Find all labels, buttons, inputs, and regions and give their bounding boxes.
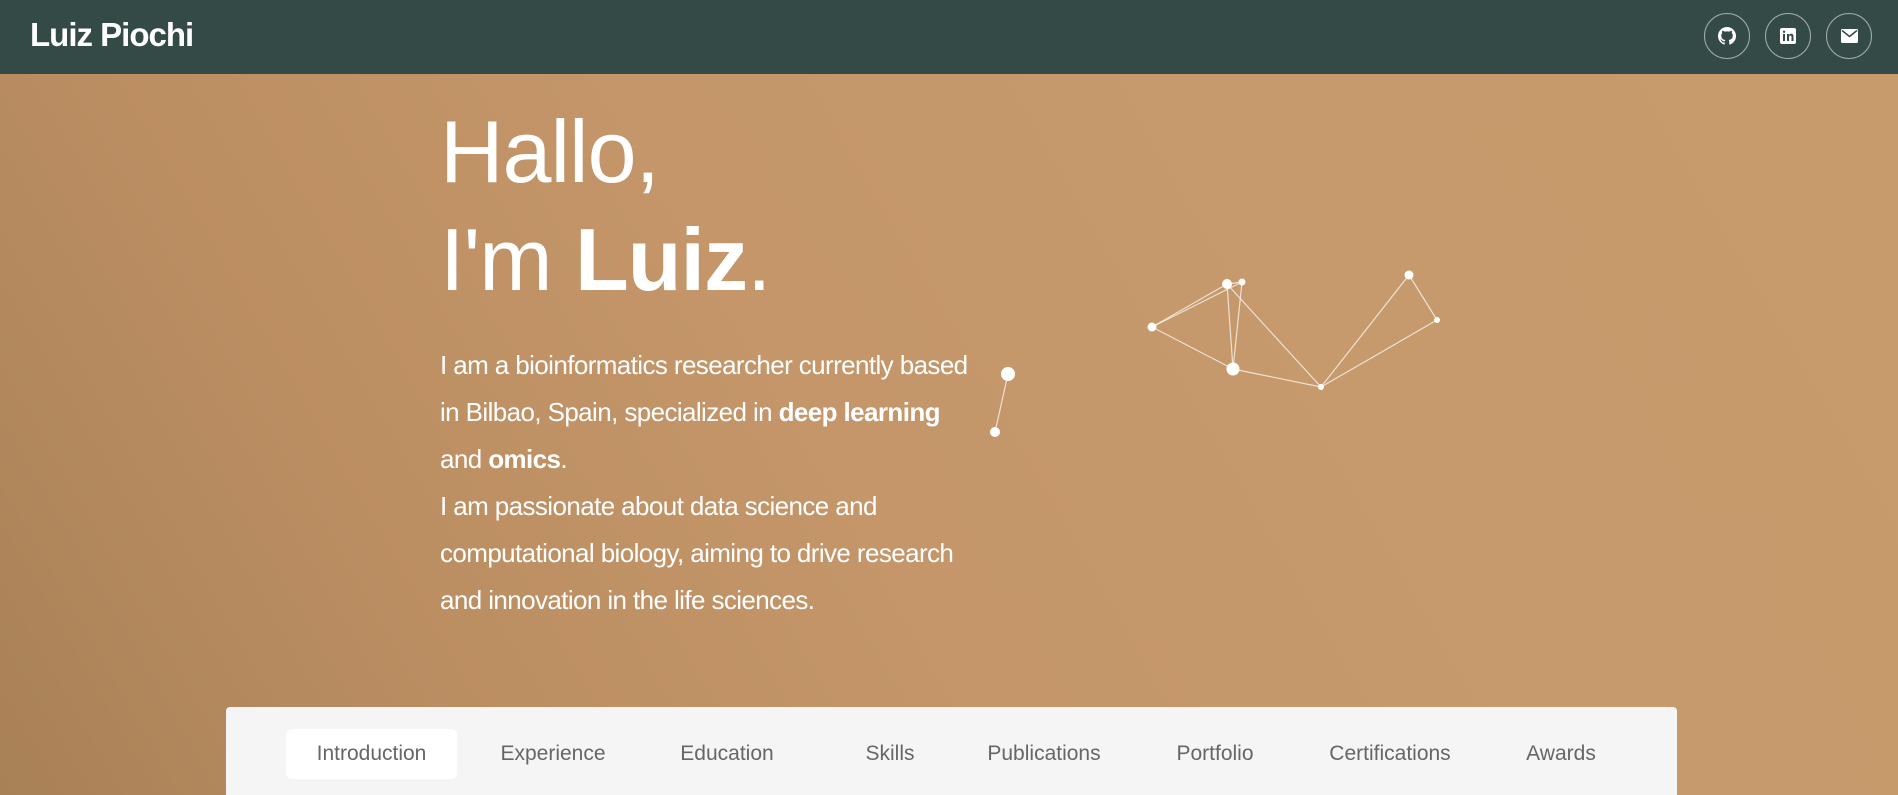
bio-paragraph-1: I am a bioinformatics researcher current… xyxy=(440,342,980,483)
tab-introduction[interactable]: Introduction xyxy=(286,729,457,779)
bio-text: . xyxy=(560,444,567,474)
greeting-suffix: . xyxy=(746,210,771,309)
network-link xyxy=(1151,283,1228,328)
greeting-line-hello: Hallo, xyxy=(440,102,660,201)
navbar: Luiz Piochi xyxy=(0,0,1898,74)
tab-awards[interactable]: Awards xyxy=(1506,729,1616,779)
greeting-prefix: I'm xyxy=(440,210,576,309)
network-link xyxy=(1226,283,1322,388)
network-link xyxy=(1408,274,1438,321)
network-link xyxy=(1226,283,1234,370)
greeting-name: Luiz xyxy=(575,210,748,309)
greeting-line-name: I'm Luiz. xyxy=(440,206,771,314)
bio-text: and xyxy=(440,444,489,474)
tab-portfolio[interactable]: Portfolio xyxy=(1158,729,1272,779)
section-tabs: Introduction Experience Education Skills… xyxy=(226,707,1677,795)
linkedin-button[interactable] xyxy=(1765,13,1811,59)
network-node xyxy=(1434,317,1440,323)
network-link xyxy=(994,373,1009,433)
tab-certifications[interactable]: Certifications xyxy=(1310,729,1470,779)
site-brand[interactable]: Luiz Piochi xyxy=(30,16,194,54)
tab-experience[interactable]: Experience xyxy=(488,729,618,779)
network-node xyxy=(1404,270,1414,280)
network-link xyxy=(1320,274,1410,388)
email-button[interactable] xyxy=(1826,13,1872,59)
network-node xyxy=(990,427,1000,437)
network-node xyxy=(1226,362,1240,376)
tab-education[interactable]: Education xyxy=(662,729,792,779)
bio-paragraph-2: I am passionate about data science and c… xyxy=(440,491,954,615)
network-node xyxy=(1147,322,1157,332)
github-icon xyxy=(1718,27,1736,45)
bio-highlight-omics: omics xyxy=(488,444,561,474)
network-link xyxy=(1320,319,1438,388)
linkedin-icon xyxy=(1780,28,1796,44)
network-node xyxy=(1001,367,1015,381)
network-node xyxy=(1222,279,1232,289)
hero-greeting: Hallo, I'm Luiz. xyxy=(440,98,771,314)
hero-bio: I am a bioinformatics researcher current… xyxy=(440,342,980,624)
network-link xyxy=(1151,326,1234,370)
hero-section: Hallo, I'm Luiz. I am a bioinformatics r… xyxy=(0,74,1898,795)
tab-skills[interactable]: Skills xyxy=(840,729,940,779)
network-node xyxy=(1238,278,1246,286)
envelope-icon xyxy=(1840,29,1858,43)
github-button[interactable] xyxy=(1704,13,1750,59)
network-node xyxy=(1318,384,1324,390)
tab-publications[interactable]: Publications xyxy=(970,729,1118,779)
bio-highlight-deep-learning: deep learning xyxy=(778,397,941,427)
